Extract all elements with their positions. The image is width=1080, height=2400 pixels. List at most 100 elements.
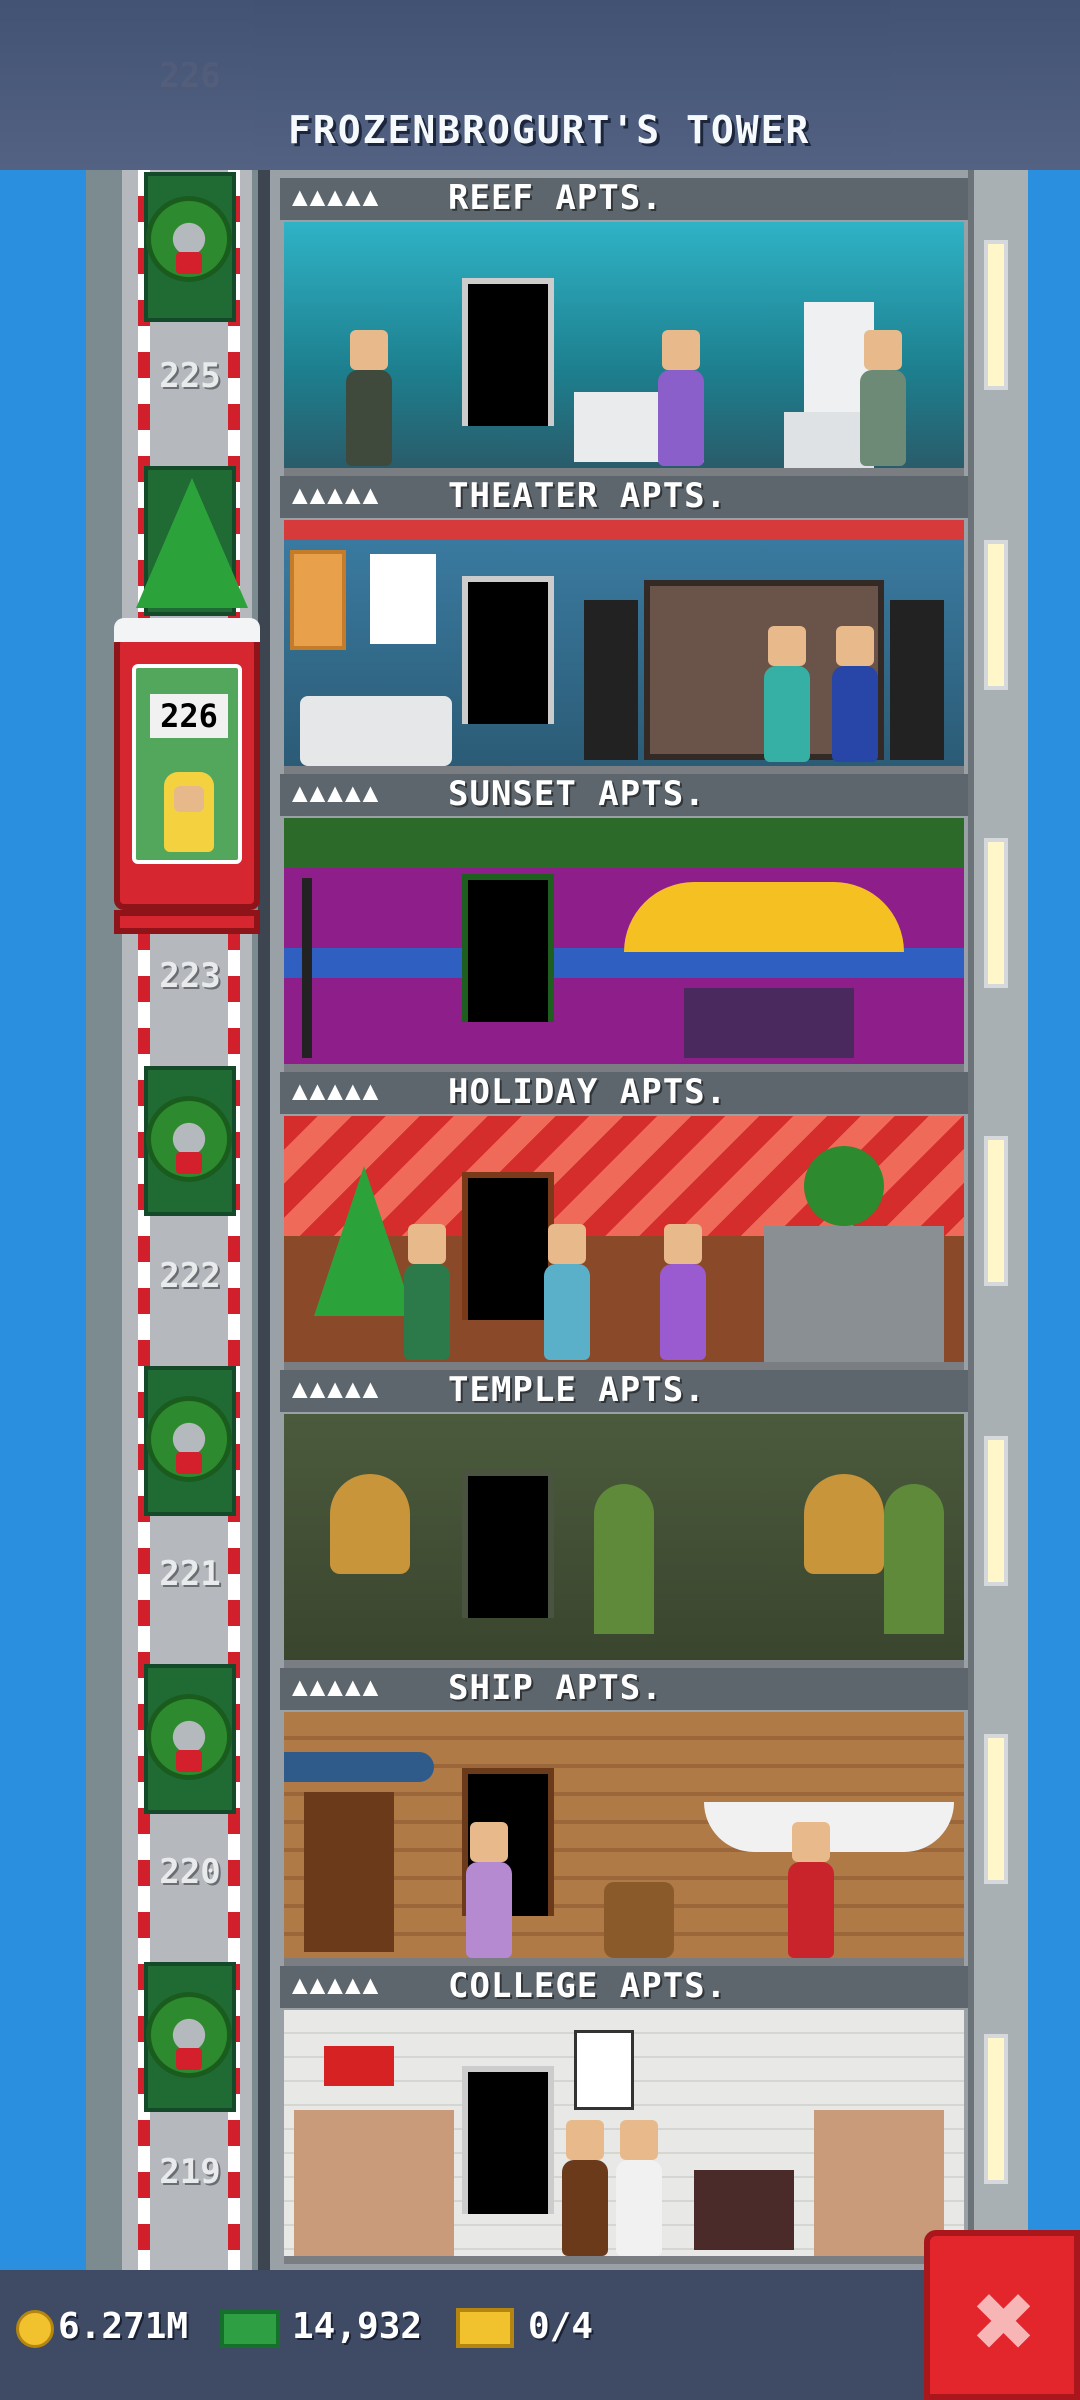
- resident-person[interactable]: [658, 330, 704, 466]
- floor-ground: [284, 468, 964, 476]
- floor-temple-apts[interactable]: ▲▲▲▲▲ TEMPLE APTS.: [280, 1370, 968, 1668]
- tower-bux-icon: [220, 2310, 280, 2348]
- apartment-door[interactable]: [462, 576, 554, 724]
- floor-name: TEMPLE APTS.: [448, 1370, 706, 1410]
- wreath-icon: [804, 1146, 884, 1226]
- resident-person[interactable]: [466, 1822, 512, 1958]
- holiday-room: [284, 1116, 964, 1364]
- apartment-door[interactable]: [462, 278, 554, 426]
- floor-name: THEATER APTS.: [448, 476, 728, 516]
- elevator-floor-display: 226: [150, 694, 228, 738]
- pillar-window: [984, 240, 1008, 390]
- pillar-window: [984, 1734, 1008, 1884]
- bux-count: 14,932: [292, 2306, 423, 2347]
- apartment-door[interactable]: [462, 1172, 554, 1320]
- pillar-window: [984, 1136, 1008, 1286]
- floor-name: HOLIDAY APTS.: [448, 1072, 728, 1112]
- ship-room: [284, 1712, 964, 1960]
- resident-person[interactable]: [616, 2120, 662, 2256]
- fireplace-icon: [764, 1226, 944, 1364]
- wreath-icon: [146, 196, 232, 282]
- desk-icon: [694, 2170, 794, 2250]
- shaft-floor-number: 221: [159, 1554, 221, 1594]
- floor-holiday-apts[interactable]: ▲▲▲▲▲ HOLIDAY APTS.: [280, 1072, 968, 1370]
- wreath-icon: [146, 1992, 232, 2078]
- resident-person[interactable]: [832, 626, 878, 762]
- elevator-rider-face: [174, 786, 204, 812]
- floor-reef-apts[interactable]: ▲▲▲▲▲ REEF APTS.: [280, 178, 968, 476]
- apartment-door[interactable]: [462, 2066, 554, 2214]
- floor-name: SHIP APTS.: [448, 1668, 663, 1708]
- tickets-count: 0/4: [528, 2306, 594, 2347]
- resident-person[interactable]: [404, 1224, 450, 1360]
- floor-stars: ▲▲▲▲▲: [292, 480, 381, 510]
- speaker-icon: [890, 600, 944, 760]
- floor-ground: [284, 1660, 964, 1668]
- shaft-floor-number: 220: [159, 1852, 221, 1892]
- coins-count: 6.271M: [58, 2306, 189, 2347]
- golden-ticket-icon: [456, 2308, 514, 2348]
- floor-ground: [284, 766, 964, 774]
- swordfish-icon: [284, 1752, 434, 1782]
- floor-ground: [284, 1064, 964, 1072]
- plant-icon: [884, 1484, 944, 1634]
- floor-name: SUNSET APTS.: [448, 774, 706, 814]
- floor-sunset-apts[interactable]: ▲▲▲▲▲ SUNSET APTS.: [280, 774, 968, 1072]
- apartment-door[interactable]: [462, 1470, 554, 1618]
- resident-person[interactable]: [660, 1224, 706, 1360]
- close-icon: ✖: [970, 2276, 1038, 2369]
- floor-stars: ▲▲▲▲▲: [292, 1076, 381, 1106]
- pillar-window: [984, 1436, 1008, 1586]
- christmas-tree-icon: [314, 1166, 414, 1316]
- floor-stars: ▲▲▲▲▲: [292, 1672, 381, 1702]
- shaft-floor-number: 223: [159, 956, 221, 996]
- shaft-floor-number: 225: [159, 356, 221, 396]
- poster-icon: [370, 554, 436, 644]
- floor-stars: ▲▲▲▲▲: [292, 1374, 381, 1404]
- floor-theater-apts[interactable]: ▲▲▲▲▲ THEATER APTS.: [280, 476, 968, 774]
- wreath-icon: [146, 1096, 232, 1182]
- floor-name: REEF APTS.: [448, 178, 663, 218]
- christmas-tree-icon: [136, 478, 248, 608]
- bunk-bed-icon: [294, 2110, 454, 2258]
- elevator-snow-cap: [114, 618, 260, 642]
- barrel-icon: [604, 1882, 674, 1958]
- resident-person[interactable]: [764, 626, 810, 762]
- resident-bellhop[interactable]: [788, 1822, 834, 1958]
- pillar-window: [984, 2034, 1008, 2184]
- pillar-window: [984, 540, 1008, 690]
- shaft-floor-number: 219: [159, 2152, 221, 2192]
- close-button[interactable]: ✖: [924, 2230, 1080, 2400]
- plant-icon: [594, 1484, 654, 1634]
- sofa-icon: [300, 696, 452, 766]
- floor-name: COLLEGE APTS.: [448, 1966, 728, 2006]
- resident-person[interactable]: [544, 1224, 590, 1360]
- shaft-floor-number: 222: [159, 1256, 221, 1296]
- resident-person[interactable]: [346, 330, 392, 466]
- sun-icon: [624, 882, 904, 952]
- elevator-rider[interactable]: [164, 772, 214, 852]
- sofa-icon: [684, 988, 854, 1058]
- floor-stars: ▲▲▲▲▲: [292, 182, 381, 212]
- resource-bar: 6.271M 14,932 0/4: [0, 2270, 1080, 2400]
- elevator-car[interactable]: 226: [114, 618, 260, 934]
- floor-college-apts[interactable]: ▲▲▲▲▲ COLLEGE APTS.: [280, 1966, 968, 2264]
- coin-icon: [16, 2310, 54, 2348]
- street-lamp-icon: [302, 878, 312, 1058]
- sunset-room: [284, 818, 964, 1066]
- floor-stars: ▲▲▲▲▲: [292, 778, 381, 808]
- pillar-window: [984, 838, 1008, 988]
- wreath-icon: [146, 1396, 232, 1482]
- idol-head-icon: [330, 1474, 410, 1574]
- elevator-base: [114, 910, 260, 934]
- resident-person[interactable]: [562, 2120, 608, 2256]
- tower-header: FROZENBROGURT'S TOWER: [0, 0, 1080, 170]
- floor-ship-apts[interactable]: ▲▲▲▲▲ SHIP APTS.: [280, 1668, 968, 1966]
- floor-ground: [284, 2256, 964, 2264]
- resident-zombie[interactable]: [860, 330, 906, 466]
- floor-ground: [284, 1362, 964, 1370]
- idol-head-icon: [804, 1474, 884, 1574]
- speaker-icon: [584, 600, 638, 760]
- poster-icon: [574, 2030, 634, 2110]
- apartment-door[interactable]: [462, 874, 554, 1022]
